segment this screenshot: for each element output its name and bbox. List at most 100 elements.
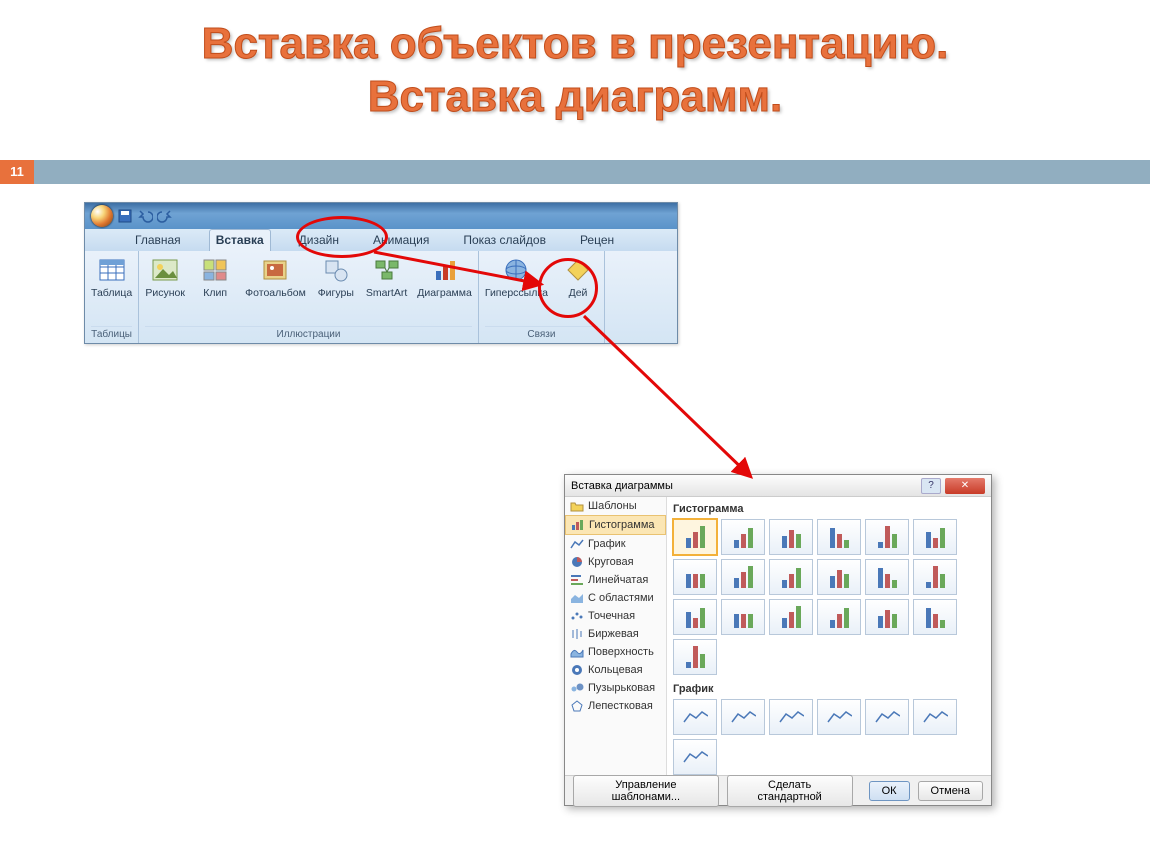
dialog-close-button[interactable]: ✕ — [945, 478, 985, 494]
undo-icon[interactable] — [137, 208, 153, 224]
nav-label: Кольцевая — [588, 664, 643, 676]
clip-button[interactable]: Клип — [195, 255, 235, 326]
nav-label: График — [588, 538, 626, 550]
nav-item-С областями[interactable]: С областями — [565, 589, 666, 607]
tab-анимация[interactable]: Анимация — [367, 230, 435, 251]
nav-item-Поверхность[interactable]: Поверхность — [565, 643, 666, 661]
chart-thumb[interactable] — [673, 699, 717, 735]
nav-item-График[interactable]: График — [565, 535, 666, 553]
insert-chart-dialog: Вставка диаграммы ? ✕ ШаблоныГистограмма… — [564, 474, 992, 806]
save-icon[interactable] — [117, 208, 133, 224]
action-button[interactable]: Дей — [558, 255, 598, 326]
nav-label: С областями — [588, 592, 654, 604]
chart-thumb[interactable] — [913, 519, 957, 555]
action-button-label: Дей — [569, 287, 588, 299]
nav-item-Линейчатая[interactable]: Линейчатая — [565, 571, 666, 589]
redo-icon[interactable] — [157, 208, 173, 224]
nav-item-Шаблоны[interactable]: Шаблоны — [565, 497, 666, 515]
group-label: Связи — [485, 326, 598, 343]
bubble-icon — [570, 682, 584, 694]
group-label: Иллюстрации — [145, 326, 472, 343]
surface-icon — [570, 646, 584, 658]
title-line-2: Вставка диаграмм. — [0, 71, 1150, 124]
area-icon — [570, 592, 584, 604]
tab-главная[interactable]: Главная — [129, 230, 187, 251]
tab-дизайн[interactable]: Дизайн — [293, 230, 345, 251]
photoalbum-button[interactable]: Фотоальбом — [245, 255, 306, 326]
ribbon-group-Таблицы: Таблица Таблицы — [85, 251, 139, 343]
chart-thumb[interactable] — [913, 599, 957, 635]
chart-thumb[interactable] — [865, 559, 909, 595]
category-header-Гистограмма: Гистограмма — [673, 501, 985, 519]
tab-рецен[interactable]: Рецен — [574, 230, 620, 251]
radar-icon — [570, 700, 584, 712]
chart-thumb[interactable] — [673, 639, 717, 675]
chart-thumb[interactable] — [769, 699, 813, 735]
office-button[interactable] — [91, 205, 113, 227]
picture-button[interactable]: Рисунок — [145, 255, 185, 326]
nav-item-Биржевая[interactable]: Биржевая — [565, 625, 666, 643]
dialog-help-button[interactable]: ? — [921, 478, 941, 494]
nav-label: Биржевая — [588, 628, 639, 640]
nav-item-Лепестковая[interactable]: Лепестковая — [565, 697, 666, 715]
tab-показ слайдов[interactable]: Показ слайдов — [457, 230, 552, 251]
chart-thumb[interactable] — [913, 559, 957, 595]
chart-thumb[interactable] — [817, 519, 861, 555]
nav-label: Лепестковая — [588, 700, 653, 712]
ribbon-group-Связи: Гиперссылка Дей Связи — [479, 251, 605, 343]
smartart-button-label: SmartArt — [366, 287, 407, 299]
shapes-button[interactable]: Фигуры — [316, 255, 356, 326]
shapes-button-label: Фигуры — [318, 287, 354, 299]
group-label: Таблицы — [91, 326, 132, 343]
chart-button[interactable]: Диаграмма — [417, 255, 472, 326]
table-button[interactable]: Таблица — [91, 255, 132, 326]
hyperlink-button[interactable]: Гиперссылка — [485, 255, 548, 326]
chart-thumb[interactable] — [673, 519, 717, 555]
nav-item-Гистограмма[interactable]: Гистограмма — [565, 515, 666, 535]
chart-thumb[interactable] — [673, 559, 717, 595]
clip-button-label: Клип — [203, 287, 227, 299]
chart-thumb[interactable] — [721, 519, 765, 555]
thumb-row-Гистограмма — [673, 519, 985, 675]
chart-subtype-gallery: ГистограммаГрафикКруговаяЛинейчатая — [667, 497, 991, 775]
chart-thumb[interactable] — [865, 699, 909, 735]
chart-thumb[interactable] — [865, 599, 909, 635]
ribbon-group-Иллюстрации: Рисунок Клип Фотоальбом Фигуры SmartArt Диагр… — [139, 251, 479, 343]
chart-thumb[interactable] — [673, 599, 717, 635]
chart-thumb[interactable] — [721, 599, 765, 635]
chart-thumb[interactable] — [817, 559, 861, 595]
chart-thumb[interactable] — [913, 699, 957, 735]
chart-thumb[interactable] — [817, 599, 861, 635]
title-line-1: Вставка объектов в презентацию. — [0, 18, 1150, 71]
picture-button-label: Рисунок — [145, 287, 185, 299]
chart-thumb[interactable] — [721, 699, 765, 735]
chart-thumb[interactable] — [769, 559, 813, 595]
smartart-button[interactable]: SmartArt — [366, 255, 407, 326]
chart-thumb[interactable] — [769, 599, 813, 635]
smartart-icon — [372, 255, 402, 285]
table-icon — [97, 255, 127, 285]
cancel-button[interactable]: Отмена — [918, 781, 983, 801]
slide-title: Вставка объектов в презентацию. Вставка … — [0, 0, 1150, 124]
window-titlebar — [85, 203, 677, 229]
chart-thumb[interactable] — [769, 519, 813, 555]
manage-templates-button[interactable]: Управление шаблонами... — [573, 775, 719, 807]
chart-thumb[interactable] — [721, 559, 765, 595]
chart-thumb[interactable] — [817, 699, 861, 735]
ok-button[interactable]: ОК — [869, 781, 910, 801]
action-icon — [563, 255, 593, 285]
stock-icon — [570, 628, 584, 640]
dialog-title: Вставка диаграммы — [571, 480, 673, 492]
nav-item-Точечная[interactable]: Точечная — [565, 607, 666, 625]
nav-item-Пузырьковая[interactable]: Пузырьковая — [565, 679, 666, 697]
nav-item-Круговая[interactable]: Круговая — [565, 553, 666, 571]
nav-item-Кольцевая[interactable]: Кольцевая — [565, 661, 666, 679]
set-default-button[interactable]: Сделать стандартной — [727, 775, 853, 807]
nav-label: Гистограмма — [589, 519, 655, 531]
tab-вставка[interactable]: Вставка — [209, 229, 271, 251]
nav-label: Пузырьковая — [588, 682, 655, 694]
table-button-label: Таблица — [91, 287, 132, 299]
chart-thumb[interactable] — [673, 739, 717, 775]
chart-icon — [430, 255, 460, 285]
chart-thumb[interactable] — [865, 519, 909, 555]
